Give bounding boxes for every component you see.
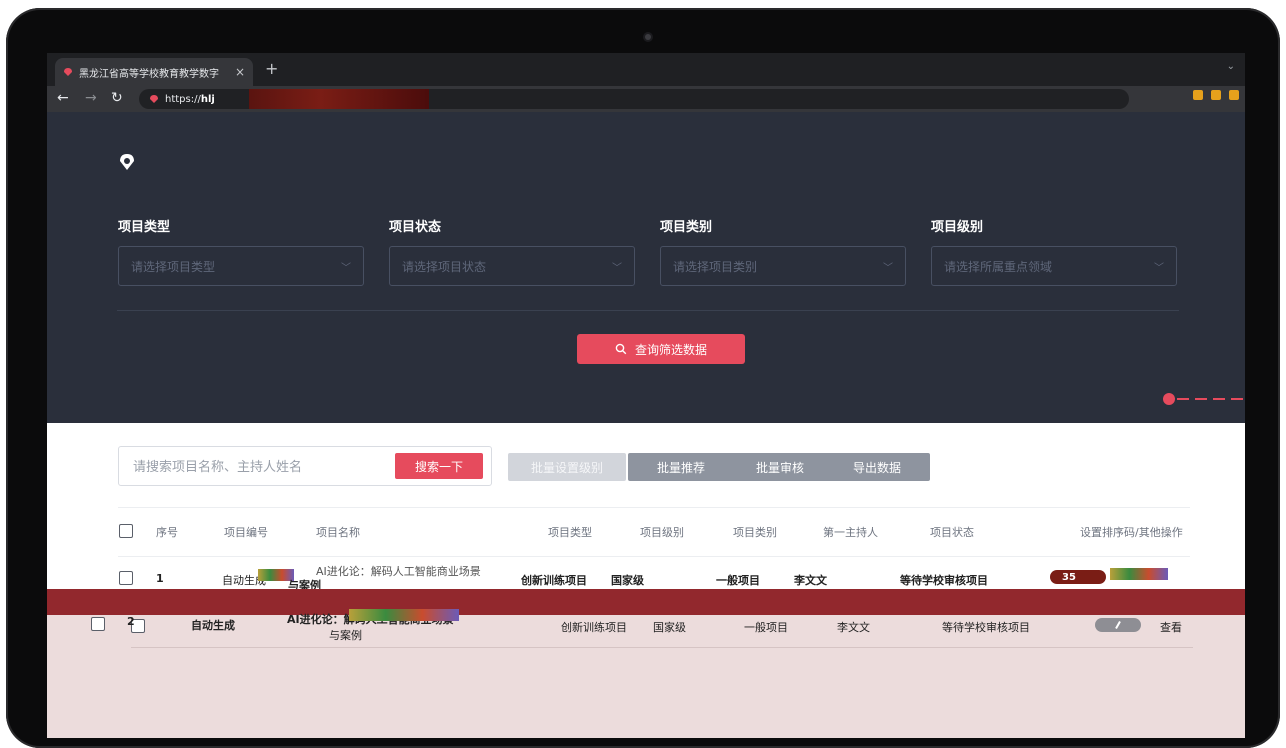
project-status-select[interactable]: 请选择项目状态 ﹀ — [389, 246, 635, 286]
row-level: 国家级 — [653, 621, 686, 634]
new-tab-button[interactable]: + — [265, 59, 278, 78]
extension-icon[interactable] — [1211, 90, 1221, 100]
render-glitch — [349, 609, 459, 621]
row-status: 等待学校审核项目 — [900, 574, 988, 587]
table-header: 序号 项目编号 项目名称 项目类型 项目级别 项目类别 第一主持人 项目状态 设… — [118, 507, 1190, 557]
select-placeholder: 请选择所属重点领域 — [944, 259, 1053, 274]
select-placeholder: 请选择项目类别 — [673, 259, 758, 274]
screen: 黑龙江省高等学校教育教学数字 × + ⌄ ← → ↻ https://hlj 项… — [47, 53, 1245, 738]
divider — [117, 310, 1179, 311]
row-code: 自动生成 — [191, 619, 235, 632]
select-placeholder: 请选择项目状态 — [402, 259, 487, 274]
filter-label-category: 项目类别 — [660, 220, 713, 235]
column-header: 项目状态 — [930, 526, 974, 539]
sort-code-value: 35 — [1062, 571, 1076, 583]
search-button[interactable]: 搜索一下 — [395, 453, 483, 479]
chevron-down-icon: ﹀ — [883, 262, 893, 274]
side-indicator-dash — [1177, 398, 1245, 400]
browser-toolbar: ← → ↻ https://hlj — [47, 86, 1245, 112]
row-level: 国家级 — [611, 574, 644, 587]
extension-icon[interactable] — [1193, 90, 1203, 100]
row-host: 李文文 — [794, 574, 827, 587]
query-filter-button[interactable]: 查询筛选数据 — [577, 334, 745, 364]
row-category: 一般项目 — [744, 621, 788, 634]
filter-panel: 项目类型 项目状态 项目类别 项目级别 请选择项目类型 ﹀ 请选择项目状态 ﹀ … — [47, 112, 1245, 423]
search-input[interactable] — [131, 457, 375, 477]
row-host: 李文文 — [837, 621, 870, 634]
view-link[interactable]: 查看 — [1160, 619, 1182, 635]
column-header: 项目编号 — [224, 526, 268, 539]
select-all-checkbox[interactable] — [119, 524, 133, 538]
project-level-select[interactable]: 请选择所属重点领域 ﹀ — [931, 246, 1177, 286]
edit-sort-button[interactable] — [1095, 618, 1141, 632]
back-arrow-icon[interactable]: ← — [57, 90, 69, 106]
search-icon — [615, 343, 627, 355]
extension-icon[interactable] — [1229, 90, 1239, 100]
camera-icon — [645, 34, 651, 40]
url-text: https://hlj — [165, 93, 215, 105]
chevron-down-icon: ﹀ — [1154, 262, 1164, 274]
filter-label-type: 项目类型 — [118, 220, 171, 235]
url-redaction — [249, 89, 429, 109]
row-type: 创新训练项目 — [561, 621, 627, 634]
row-name[interactable]: AI进化论：解码人工智能商业场景 — [316, 563, 481, 579]
extension-icons — [1193, 90, 1239, 100]
tab-close-icon[interactable]: × — [235, 65, 245, 79]
batch-set-level-button[interactable]: 批量设置级别 — [508, 453, 626, 481]
tab-title: 黑龙江省高等学校教育教学数字 — [79, 68, 219, 80]
site-logo-icon — [120, 154, 134, 170]
reload-icon[interactable]: ↻ — [111, 90, 123, 106]
column-header: 项目类型 — [548, 526, 592, 539]
row-divider — [131, 647, 1193, 648]
render-glitch — [1110, 568, 1168, 580]
forward-arrow-icon[interactable]: → — [85, 90, 97, 106]
row-status: 等待学校审核项目 — [942, 621, 1030, 634]
row-checkbox[interactable] — [119, 571, 133, 585]
column-header: 项目级别 — [640, 526, 684, 539]
side-indicator-dot — [1163, 393, 1175, 405]
column-header: 第一主持人 — [823, 526, 878, 539]
search-box: 搜索一下 — [118, 446, 492, 486]
row-name-line2: 与案例 — [329, 629, 362, 642]
row-index: 1 — [156, 572, 164, 585]
filter-label-level: 项目级别 — [931, 220, 984, 235]
batch-recommend-button[interactable]: 批量推荐 — [628, 453, 734, 481]
project-type-select[interactable]: 请选择项目类型 ﹀ — [118, 246, 364, 286]
filter-label-status: 项目状态 — [389, 220, 442, 235]
column-header: 项目名称 — [316, 526, 360, 539]
project-category-select[interactable]: 请选择项目类别 ﹀ — [660, 246, 906, 286]
row-index: 2 — [127, 615, 135, 628]
select-placeholder: 请选择项目类型 — [131, 259, 216, 274]
column-header: 设置排序码/其他操作 — [1080, 526, 1183, 539]
query-button-label: 查询筛选数据 — [634, 342, 707, 357]
sort-code-badge[interactable]: 35 — [1050, 570, 1106, 584]
chevron-down-icon: ﹀ — [612, 262, 622, 274]
site-favicon-icon — [64, 68, 72, 76]
batch-review-button[interactable]: 批量审核 — [727, 453, 833, 481]
address-bar[interactable]: https://hlj — [139, 89, 1129, 109]
row-category: 一般项目 — [716, 574, 760, 587]
browser-tab[interactable]: 黑龙江省高等学校教育教学数字 × — [55, 58, 253, 86]
row-type: 创新训练项目 — [521, 574, 587, 587]
pencil-icon — [1115, 621, 1121, 629]
column-header: 序号 — [156, 526, 178, 539]
export-data-button[interactable]: 导出数据 — [824, 453, 930, 481]
tab-list-chevron-icon[interactable]: ⌄ — [1227, 61, 1235, 72]
chevron-down-icon: ﹀ — [341, 262, 351, 274]
column-header: 项目类别 — [733, 526, 777, 539]
row-checkbox[interactable] — [91, 617, 105, 631]
browser-tab-bar: 黑龙江省高等学校教育教学数字 × + ⌄ — [47, 53, 1245, 86]
site-favicon-icon — [150, 95, 158, 103]
